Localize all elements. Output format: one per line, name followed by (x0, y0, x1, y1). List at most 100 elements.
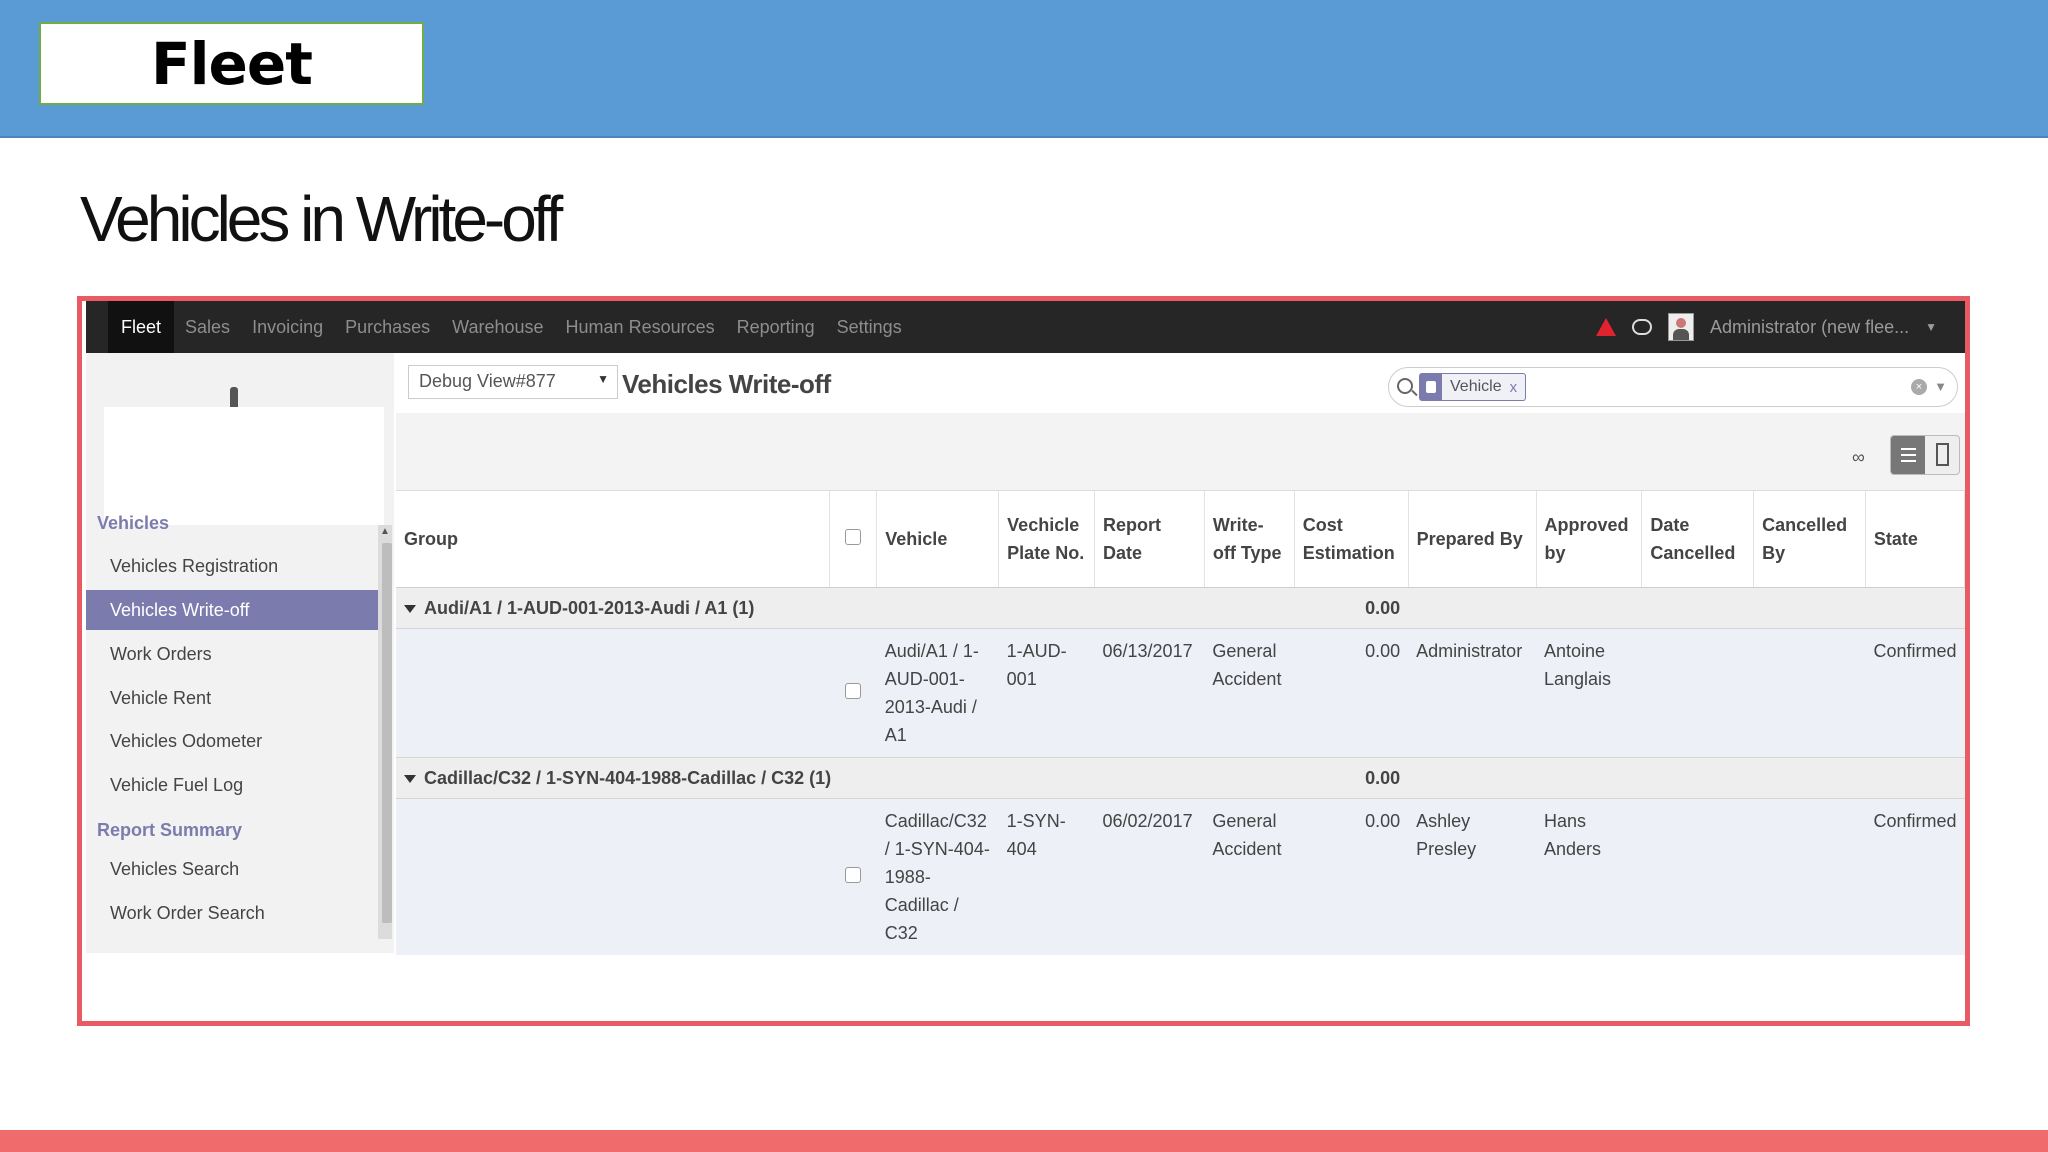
nav-human-resources[interactable]: Human Resources (555, 301, 726, 353)
cell-approved-by: Hans Anders (1536, 798, 1642, 955)
cell-writeoff-type: General Accident (1204, 628, 1295, 757)
cell-state: Confirmed (1865, 628, 1965, 757)
view-switcher (1890, 435, 1960, 475)
header-report-date[interactable]: Report Date (1094, 491, 1205, 588)
logo-image (104, 407, 384, 525)
header-date-cancelled[interactable]: Date Cancelled (1641, 491, 1755, 588)
navbar-right: Administrator (new flee... ▼ (1596, 301, 1937, 353)
cell-writeoff-type: General Accident (1204, 798, 1295, 955)
cell-cost: 0.00 (1294, 628, 1409, 757)
cell-plate: 1-AUD-001 (998, 628, 1095, 757)
sidebar-item-vehicles-search[interactable]: Vehicles Search (86, 849, 378, 889)
search-bar[interactable]: Vehicle x × ▼ (1388, 367, 1958, 407)
user-avatar[interactable] (1668, 313, 1695, 341)
alert-icon[interactable] (1596, 318, 1617, 336)
header-plate[interactable]: Vechicle Plate No. (998, 491, 1095, 588)
sidebar-item-vehicle-fuel-log[interactable]: Vehicle Fuel Log (86, 765, 378, 805)
user-menu[interactable]: Administrator (new flee... (1710, 317, 1909, 338)
main-content: Debug View#877 ▼ Vehicles Write-off Vehi… (396, 353, 1965, 1021)
slide: Fleet Vehicles in Write-off Fleet Sales … (0, 0, 2048, 1152)
header-vehicle[interactable]: Vehicle (876, 491, 1000, 588)
control-panel-top: Debug View#877 ▼ Vehicles Write-off Vehi… (396, 353, 1965, 413)
facet-remove-button[interactable]: x (1510, 379, 1518, 396)
pager-infinity[interactable]: ∞ (1852, 447, 1865, 468)
cell-state: Confirmed (1865, 798, 1965, 955)
row-checkbox[interactable] (844, 682, 861, 699)
nav-warehouse[interactable]: Warehouse (441, 301, 554, 353)
sidebar-item-work-orders[interactable]: Work Orders (86, 634, 378, 674)
control-panel: Debug View#877 ▼ Vehicles Write-off Vehi… (396, 353, 1965, 491)
facet-label: Vehicle (1450, 378, 1502, 395)
company-logo (104, 353, 384, 525)
cell-report-date: 06/13/2017 (1094, 628, 1205, 757)
row-checkbox[interactable] (844, 866, 861, 883)
header-writeoff-type[interactable]: Write-off Type (1204, 491, 1295, 588)
header-group[interactable]: Group (396, 491, 830, 588)
header-prepared-by[interactable]: Prepared By (1408, 491, 1537, 588)
logo-stub (230, 387, 238, 407)
clear-search-icon[interactable]: × (1911, 379, 1927, 395)
sidebar-scroll-thumb[interactable] (382, 543, 392, 923)
header-approved-by[interactable]: Approved by (1536, 491, 1643, 588)
sidebar-item-vehicles-odometer[interactable]: Vehicles Odometer (86, 721, 378, 761)
header-state[interactable]: State (1865, 491, 1965, 588)
cell-vehicle: Audi/A1 / 1-AUD-001-2013-Audi / A1 (876, 628, 999, 757)
group-row[interactable]: Audi/A1 / 1-AUD-001-2013-Audi / A1 (1) 0… (396, 586, 1965, 629)
screenshot-frame: Fleet Sales Invoicing Purchases Warehous… (77, 296, 1970, 1026)
bottom-accent-bar (0, 1130, 2048, 1152)
header-cancelled-by[interactable]: Cancelled By (1753, 491, 1866, 588)
cell-approved-by: Antoine Langlais (1536, 628, 1642, 757)
sidebar-item-vehicles-write-off[interactable]: Vehicles Write-off (86, 590, 378, 630)
banner-title-box: Fleet (39, 22, 424, 105)
top-navbar: Fleet Sales Invoicing Purchases Warehous… (86, 301, 1965, 353)
cell-prepared-by: Administrator (1408, 628, 1536, 757)
table-header-row: Group Vehicle Vechicle Plate No. Report … (396, 491, 1965, 588)
group-total: 0.00 (1294, 586, 1409, 629)
header-select-all (829, 491, 878, 588)
table-row[interactable]: Audi/A1 / 1-AUD-001-2013-Audi / A1 1-AUD… (396, 628, 1965, 757)
cell-prepared-by: Ashley Presley (1408, 798, 1536, 955)
cell-date-cancelled (1641, 628, 1754, 757)
table-row[interactable]: Cadillac/C32 / 1-SYN-404-1988-Cadillac /… (396, 798, 1965, 955)
cell-report-date: 06/02/2017 (1094, 798, 1205, 955)
form-view-icon[interactable] (1925, 436, 1959, 474)
search-options-caret-icon[interactable]: ▼ (1934, 379, 1947, 394)
nav-reporting[interactable]: Reporting (726, 301, 826, 353)
group-label: Cadillac/C32 / 1-SYN-404-1988-Cadillac /… (424, 767, 832, 788)
nav-purchases[interactable]: Purchases (334, 301, 441, 353)
group-total: 0.00 (1294, 756, 1409, 799)
page-title: Vehicles Write-off (622, 369, 831, 399)
caret-down-icon (404, 774, 416, 783)
group-label: Audi/A1 / 1-AUD-001-2013-Audi / A1 (1) (424, 597, 755, 618)
banner-title: Fleet (151, 29, 313, 98)
search-icon[interactable] (1397, 378, 1413, 394)
cell-plate: 1-SYN-404 (998, 798, 1095, 955)
nav-settings[interactable]: Settings (826, 301, 913, 353)
cell-cancelled-by (1753, 628, 1866, 757)
cell-cancelled-by (1753, 798, 1866, 955)
write-off-table: Group Vehicle Vechicle Plate No. Report … (396, 491, 1965, 955)
select-all-checkbox[interactable] (844, 528, 861, 545)
nav-fleet[interactable]: Fleet (108, 301, 175, 353)
title-banner: Fleet (0, 0, 2048, 138)
sidebar-item-vehicles-registration[interactable]: Vehicles Registration (86, 546, 378, 586)
caret-down-icon (404, 604, 416, 613)
sidebar-section-report-summary: Report Summary (97, 820, 243, 840)
chevron-down-icon: ▼ (597, 372, 609, 386)
sidebar: Vehicles Vehicles Registration Vehicles … (86, 353, 394, 953)
cell-date-cancelled (1641, 798, 1754, 955)
chat-icon[interactable] (1632, 319, 1653, 335)
list-view-icon[interactable] (1891, 436, 1925, 474)
search-facet-vehicle[interactable]: Vehicle x (1419, 373, 1527, 401)
nav-invoicing[interactable]: Invoicing (241, 301, 334, 353)
debug-view-select[interactable]: Debug View#877 ▼ (408, 365, 618, 399)
header-cost-estimation[interactable]: Cost Estimation (1294, 491, 1409, 588)
scroll-up-icon[interactable]: ▲ (378, 525, 392, 539)
sidebar-item-work-order-search[interactable]: Work Order Search (86, 893, 378, 933)
chevron-down-icon[interactable]: ▼ (1925, 320, 1937, 334)
group-by-icon (1420, 374, 1442, 400)
group-row[interactable]: Cadillac/C32 / 1-SYN-404-1988-Cadillac /… (396, 756, 1965, 799)
nav-sales[interactable]: Sales (174, 301, 241, 353)
debug-view-value: Debug View#877 (419, 371, 556, 391)
sidebar-item-vehicle-rent[interactable]: Vehicle Rent (86, 678, 378, 718)
